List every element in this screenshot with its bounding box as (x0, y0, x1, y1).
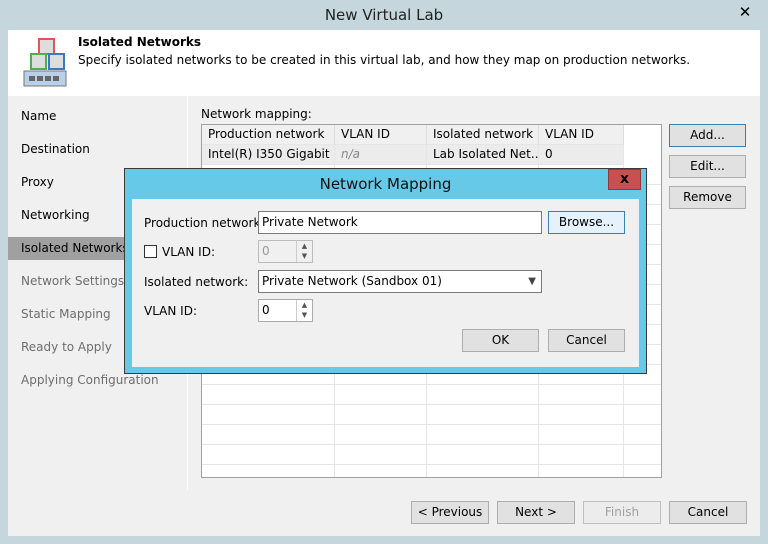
isolated-network-label: Isolated network: (144, 275, 249, 289)
vlan-id-checkbox[interactable] (144, 245, 157, 258)
window-close-button[interactable]: ✕ (730, 1, 760, 23)
sidebar-item-destination[interactable]: Destination (8, 138, 186, 161)
table-cell-production-network[interactable]: Intel(R) I350 Gigabit ... (202, 145, 335, 165)
network-mapping-label: Network mapping: (201, 107, 312, 121)
dialog-body: Production network: Private Network Brow… (132, 199, 639, 367)
finish-button: Finish (583, 501, 661, 524)
vlan-id-checkbox-label: VLAN ID: (162, 245, 215, 259)
production-network-field[interactable]: Private Network (258, 211, 542, 234)
chevron-down-icon: ▼ (528, 276, 536, 287)
ok-button[interactable]: OK (462, 329, 539, 352)
dialog-close-button[interactable]: x (608, 169, 641, 190)
isolated-network-value: Private Network (Sandbox 01) (262, 274, 442, 288)
remove-button[interactable]: Remove (669, 186, 746, 209)
window-title-bar: New Virtual Lab (0, 0, 768, 30)
vlan-id-stepper[interactable]: 0 ▲ ▼ (258, 299, 313, 322)
table-cell-vlan-id[interactable]: n/a (335, 145, 427, 165)
vlan-id-disabled-value: 0 (262, 244, 270, 258)
vlan-id-label: VLAN ID: (144, 304, 197, 318)
sidebar-item-name[interactable]: Name (8, 105, 186, 128)
spin-arrows-icon: ▲ ▼ (296, 241, 312, 262)
cancel-button[interactable]: Cancel (669, 501, 747, 524)
dialog-cancel-button[interactable]: Cancel (548, 329, 625, 352)
column-header-isolated-vlan-id[interactable]: VLAN ID (539, 125, 624, 145)
add-button[interactable]: Add... (669, 124, 746, 147)
isolated-network-dropdown[interactable]: Private Network (Sandbox 01) ▼ (258, 270, 542, 293)
edit-button[interactable]: Edit... (669, 155, 746, 178)
window-title: New Virtual Lab (324, 6, 444, 24)
table-cell-isolated-vlan-id[interactable]: 0 (539, 145, 624, 165)
step-title: Isolated Networks (78, 35, 201, 49)
isolated-networks-icon (23, 38, 67, 87)
table-cell-isolated-network[interactable]: Lab Isolated Net... (427, 145, 539, 165)
dialog-title: Network Mapping (319, 175, 452, 193)
browse-button[interactable]: Browse... (548, 211, 625, 234)
vlan-id-disabled-field: 0 ▲ ▼ (258, 240, 313, 263)
production-network-label: Production network: (144, 216, 265, 230)
column-header-isolated-network[interactable]: Isolated network (427, 125, 539, 145)
spin-arrows-icon[interactable]: ▲ ▼ (296, 300, 312, 321)
column-header-production-network[interactable]: Production network (202, 125, 335, 145)
step-description: Specify isolated networks to be created … (78, 53, 691, 67)
next-button[interactable]: Next > (497, 501, 575, 524)
column-header-vlan-id[interactable]: VLAN ID (335, 125, 427, 145)
previous-button[interactable]: < Previous (411, 501, 489, 524)
vlan-id-value: 0 (262, 303, 270, 317)
network-mapping-dialog: Network Mapping x Production network: Pr… (124, 168, 647, 374)
